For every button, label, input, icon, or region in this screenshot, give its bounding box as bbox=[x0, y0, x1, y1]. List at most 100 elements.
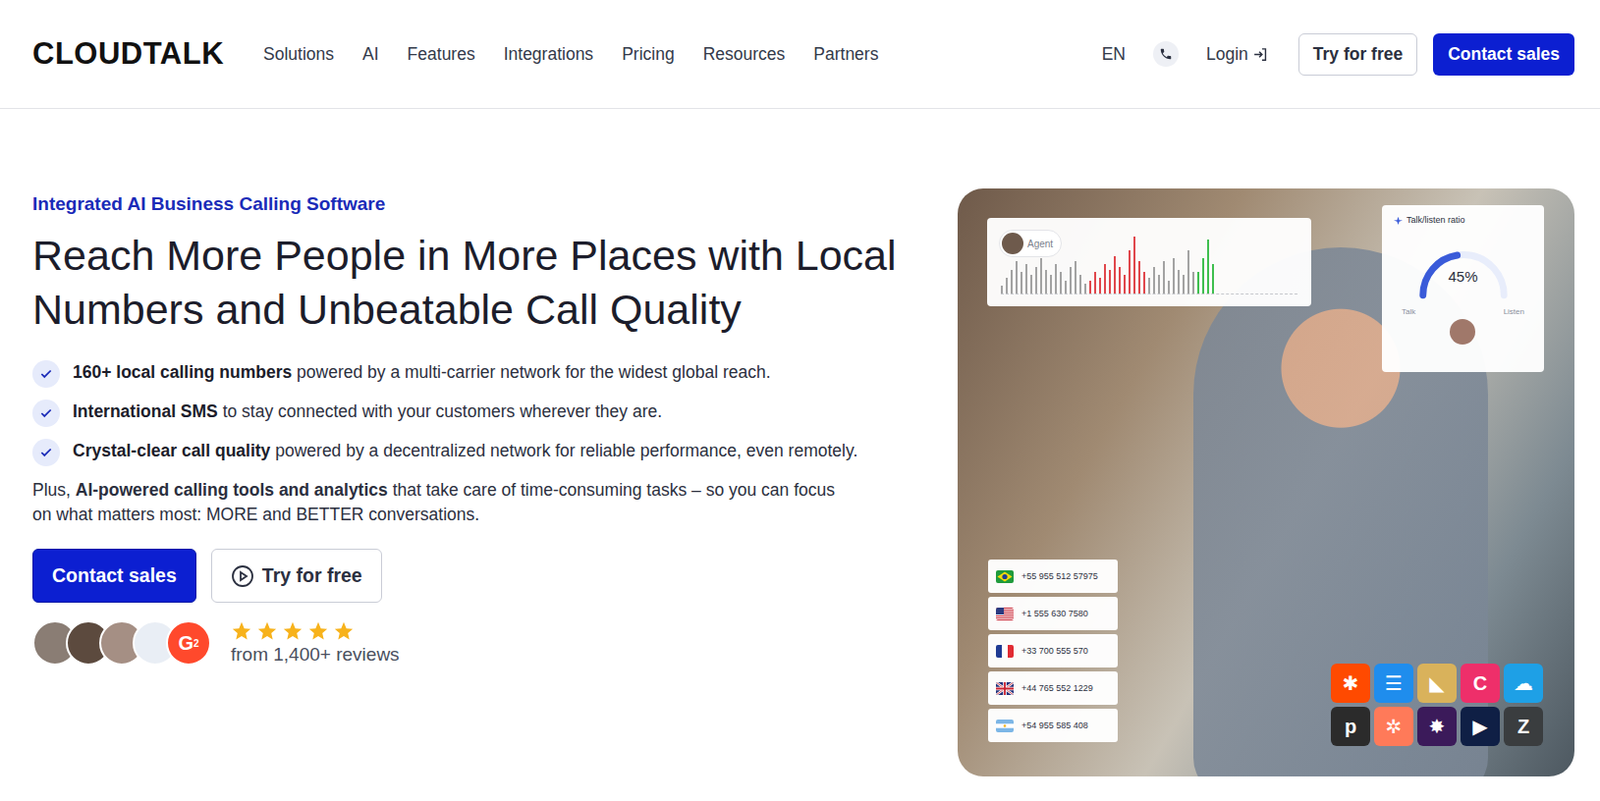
hero-contact-button[interactable]: Contact sales bbox=[32, 549, 197, 604]
ratio-legend: TalkListen bbox=[1393, 303, 1533, 317]
waveform-bar bbox=[1049, 275, 1052, 294]
check-icon bbox=[32, 360, 60, 388]
waveform-bar bbox=[1187, 250, 1190, 294]
integration-logo: Z bbox=[1503, 707, 1544, 747]
waveform-bar bbox=[1138, 261, 1141, 294]
integration-logo: ✲ bbox=[1374, 707, 1414, 747]
talk-listen-card: Talk/listen ratio 45% TalkListen bbox=[1381, 205, 1545, 373]
waveform-bar bbox=[1040, 258, 1043, 294]
nav-actions: EN Login Try for free Contact sales bbox=[1102, 33, 1575, 76]
feature-item: Crystal-clear call quality powered by a … bbox=[32, 439, 897, 467]
try-free-button[interactable]: Try for free bbox=[1298, 33, 1418, 76]
check-icon bbox=[32, 439, 60, 467]
star-icon bbox=[332, 620, 355, 643]
waveform-bar bbox=[1133, 236, 1136, 294]
integration-logo: ☁ bbox=[1503, 663, 1544, 704]
waveform-bar bbox=[1148, 277, 1151, 294]
waveform-bar bbox=[1103, 264, 1106, 294]
waveform-bar bbox=[1212, 264, 1214, 294]
ar-flag-icon bbox=[995, 719, 1014, 733]
logo[interactable]: CLOUDTALK bbox=[32, 36, 224, 72]
waveform-bar bbox=[1084, 283, 1087, 294]
feature-item: International SMS to stay connected with… bbox=[32, 399, 897, 428]
review-count: from 1,400+ reviews bbox=[230, 644, 400, 666]
number-row: +33 700 555 570 bbox=[988, 634, 1118, 668]
waveform-bar bbox=[1059, 272, 1062, 294]
agent-waveform-card: Agent bbox=[987, 218, 1312, 307]
waveform-bar bbox=[1207, 239, 1210, 294]
top-nav: CLOUDTALK Solutions AI Features Integration… bbox=[0, 0, 1600, 110]
nav-links: Solutions AI Features Integrations Pricing Re… bbox=[263, 44, 879, 65]
waveform-bar bbox=[1015, 261, 1018, 294]
waveform-bar bbox=[1192, 272, 1195, 294]
phone-icon bbox=[1158, 47, 1173, 61]
nav-link[interactable]: Pricing bbox=[621, 44, 675, 65]
integration-logo: ▶ bbox=[1460, 707, 1500, 747]
phone-button[interactable] bbox=[1153, 41, 1179, 67]
waveform-bar bbox=[1182, 275, 1185, 294]
waveform-bar bbox=[1010, 270, 1013, 294]
page: CLOUDTALK Solutions AI Features Integration… bbox=[0, 0, 1600, 801]
fr-flag-icon bbox=[995, 645, 1014, 659]
integration-logo: ◣ bbox=[1417, 663, 1457, 704]
waveform-bar bbox=[1005, 277, 1008, 294]
waveform-bar bbox=[1158, 275, 1160, 294]
agent-avatar bbox=[1001, 232, 1024, 255]
br-flag-icon bbox=[995, 570, 1014, 584]
hero: Integrated AI Business Calling Software … bbox=[0, 109, 1600, 777]
waveform-bar bbox=[1202, 258, 1205, 294]
nav-link[interactable]: Integrations bbox=[503, 44, 594, 65]
integration-logo: p bbox=[1330, 707, 1371, 747]
nav-link[interactable]: Features bbox=[407, 44, 476, 65]
plus-text: Plus, AI-powered calling tools and analy… bbox=[32, 478, 838, 528]
star-rating bbox=[230, 620, 400, 643]
star-icon bbox=[230, 620, 253, 643]
waveform-bar bbox=[1030, 275, 1033, 294]
hero-try-button[interactable]: Try for free bbox=[211, 549, 383, 604]
login-link[interactable]: Login bbox=[1206, 44, 1269, 65]
waveform-bar bbox=[1153, 267, 1156, 294]
local-numbers: +55 955 512 57975 +1 555 630 7580 +33 70… bbox=[988, 559, 1118, 743]
waveform-bar bbox=[1089, 280, 1092, 294]
feature-list: 160+ local calling numbers powered by a … bbox=[32, 360, 897, 467]
waveform-bar bbox=[1025, 264, 1028, 294]
waveform-bar bbox=[1128, 250, 1131, 294]
listener-avatar bbox=[1449, 319, 1476, 345]
integration-logo: ✸ bbox=[1417, 707, 1457, 747]
language-switch[interactable]: EN bbox=[1102, 44, 1126, 65]
us-flag-icon bbox=[995, 607, 1014, 621]
nav-link[interactable]: Solutions bbox=[263, 44, 334, 65]
number-row: +44 765 552 1229 bbox=[988, 671, 1118, 706]
waveform-bar bbox=[1064, 280, 1067, 294]
nav-link[interactable]: Resources bbox=[703, 44, 786, 65]
agent-tag: Agent bbox=[998, 229, 1062, 258]
contact-sales-button[interactable]: Contact sales bbox=[1433, 33, 1575, 76]
waveform-bar bbox=[1113, 256, 1116, 294]
nav-link[interactable]: Partners bbox=[813, 44, 879, 65]
hero-text: Integrated AI Business Calling Software … bbox=[32, 109, 922, 777]
star-icon bbox=[281, 620, 304, 643]
nav-link[interactable]: AI bbox=[362, 44, 380, 65]
waveform-bar bbox=[1197, 272, 1200, 294]
integration-logo: ✱ bbox=[1330, 663, 1371, 704]
login-arrow-icon bbox=[1252, 46, 1269, 63]
integration-logo: ☰ bbox=[1374, 663, 1414, 704]
waveform-bar bbox=[1035, 267, 1038, 294]
sparkle-icon bbox=[1393, 216, 1403, 225]
cta-row: Contact sales Try for free bbox=[32, 549, 922, 604]
waveform-bar bbox=[1094, 272, 1097, 294]
gb-flag-icon bbox=[995, 682, 1014, 696]
ratio-value: 45% bbox=[1381, 268, 1545, 285]
waveform-bar bbox=[1099, 277, 1102, 294]
waveform-bar bbox=[1123, 275, 1126, 294]
waveform-bar bbox=[1167, 280, 1170, 294]
integration-logo: C bbox=[1460, 663, 1500, 704]
avatar-group: G2 bbox=[32, 620, 212, 666]
waveform-bar bbox=[1069, 267, 1072, 294]
waveform-bar bbox=[1172, 258, 1175, 294]
star-icon bbox=[256, 620, 278, 643]
number-row: +1 555 630 7580 bbox=[988, 597, 1118, 631]
waveform-bar bbox=[1074, 261, 1077, 294]
star-icon bbox=[307, 620, 330, 643]
waveform-bar bbox=[1079, 275, 1082, 294]
